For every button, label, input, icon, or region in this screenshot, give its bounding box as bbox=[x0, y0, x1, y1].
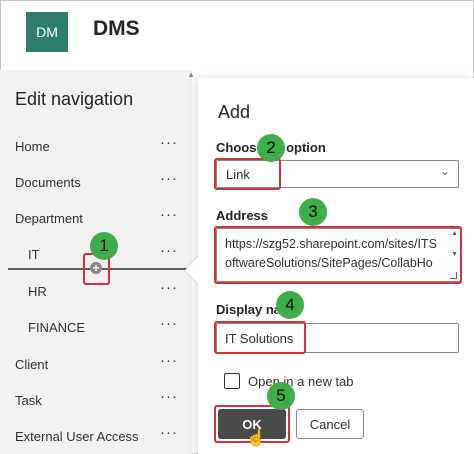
nav-item-label: Documents bbox=[15, 175, 81, 190]
nav-item-task[interactable]: Task ··· bbox=[0, 386, 192, 416]
nav-item-finance[interactable]: FINANCE ··· bbox=[0, 313, 192, 343]
nav-item-client[interactable]: Client ··· bbox=[0, 350, 192, 380]
more-icon[interactable]: ··· bbox=[160, 279, 178, 296]
highlight-box-address bbox=[214, 226, 462, 284]
step-badge-1: 1 bbox=[90, 232, 118, 260]
highlight-box-link bbox=[214, 158, 281, 190]
nav-item-label: Home bbox=[15, 139, 50, 154]
more-icon[interactable]: ··· bbox=[160, 352, 178, 369]
step-badge-3: 3 bbox=[299, 198, 327, 226]
nav-item-home[interactable]: Home ··· bbox=[0, 132, 192, 162]
more-icon[interactable]: ··· bbox=[160, 315, 178, 332]
cancel-button[interactable]: Cancel bbox=[296, 409, 364, 439]
address-label: Address bbox=[216, 208, 269, 223]
scroll-up-icon[interactable]: ▲ bbox=[187, 70, 195, 79]
panel-pointer bbox=[185, 256, 199, 284]
step-badge-2: 2 bbox=[257, 134, 285, 162]
nav-item-department[interactable]: Department ··· bbox=[0, 204, 192, 234]
nav-heading: Edit navigation bbox=[15, 89, 134, 109]
open-new-tab-label[interactable]: Open in a new tab bbox=[248, 374, 354, 389]
nav-item-label: Client bbox=[15, 357, 49, 372]
nav-item-label: FINANCE bbox=[28, 320, 86, 335]
nav-item-documents[interactable]: Documents ··· bbox=[0, 168, 192, 198]
nav-item-label: Department bbox=[15, 211, 83, 226]
more-icon[interactable]: ··· bbox=[160, 134, 178, 151]
nav-item-label: HR bbox=[28, 284, 47, 299]
nav-item-external-user-access[interactable]: External User Access ··· bbox=[0, 422, 192, 452]
step-badge-5: 5 bbox=[267, 382, 295, 410]
open-new-tab-checkbox[interactable] bbox=[224, 373, 240, 389]
hand-pointer-icon: ☝ bbox=[246, 430, 266, 447]
site-logo[interactable]: DM bbox=[26, 12, 68, 52]
nav-item-label: External User Access bbox=[15, 429, 139, 444]
nav-item-label: Task bbox=[15, 393, 42, 408]
more-icon[interactable]: ··· bbox=[160, 170, 178, 187]
nav-item-label: IT bbox=[28, 247, 40, 262]
panel-title: Add bbox=[218, 102, 251, 122]
more-icon[interactable]: ··· bbox=[160, 424, 178, 441]
more-icon[interactable]: ··· bbox=[160, 206, 178, 223]
chevron-down-icon: ⌄ bbox=[439, 164, 450, 178]
highlight-box-display-name bbox=[214, 321, 306, 354]
more-icon[interactable]: ··· bbox=[160, 242, 178, 259]
site-title[interactable]: DMS bbox=[93, 17, 140, 41]
step-badge-4: 4 bbox=[276, 291, 304, 319]
more-icon[interactable]: ··· bbox=[160, 388, 178, 405]
